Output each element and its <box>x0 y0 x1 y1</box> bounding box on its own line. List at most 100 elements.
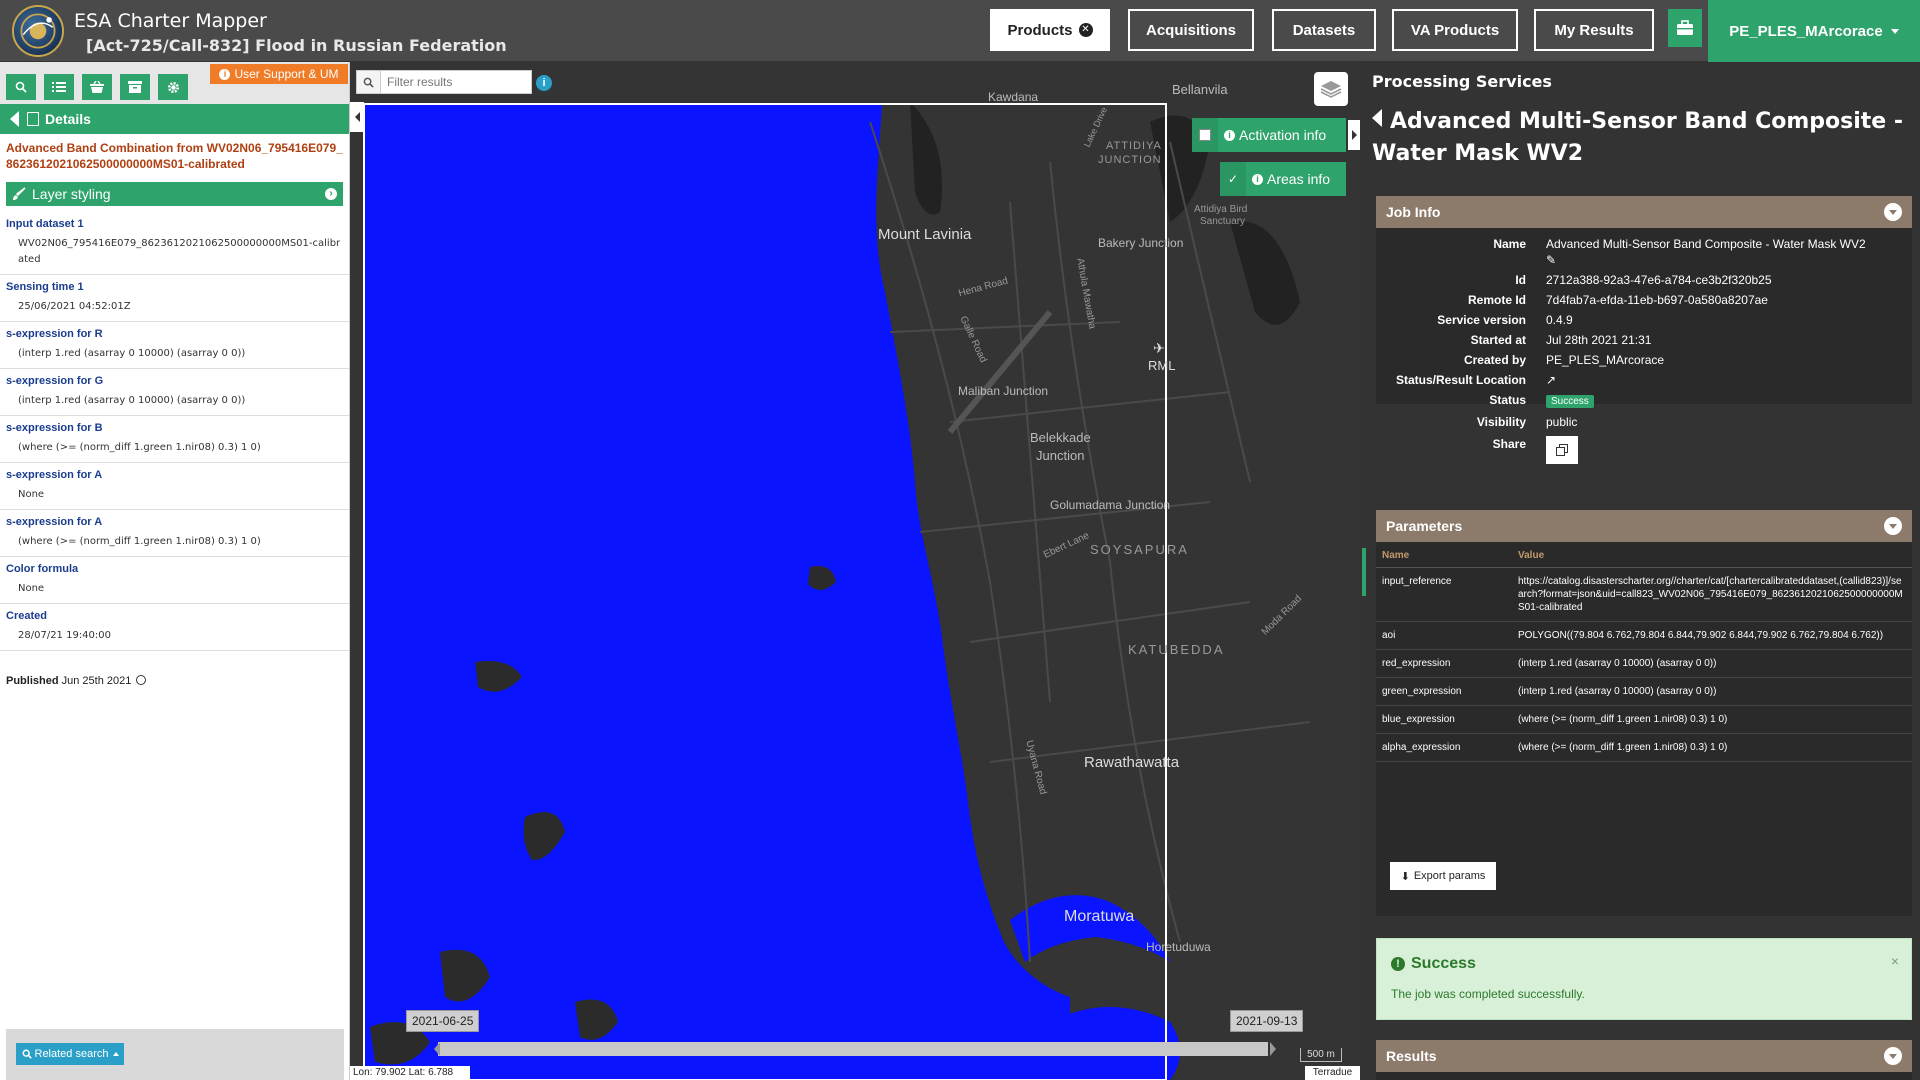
layer-styling-button[interactable]: Layer styling › <box>6 182 343 206</box>
close-icon[interactable]: × <box>1891 953 1899 969</box>
map-label: Golumadama Junction <box>1050 498 1171 512</box>
chevron-down-icon[interactable] <box>1884 1047 1902 1065</box>
status-badge: Success <box>1546 395 1594 408</box>
info-icon[interactable]: i <box>536 75 552 91</box>
external-link-icon[interactable]: ↗ <box>1546 373 1556 387</box>
nav-acquisitions-button[interactable]: Acquisitions <box>1128 9 1254 51</box>
timeline-slider[interactable] <box>438 1042 1268 1056</box>
map-label: ATTIDIYA <box>1106 140 1162 152</box>
scroll-indicator[interactable] <box>1362 548 1366 596</box>
job-info-key: Id <box>1515 273 1526 287</box>
param-name: red_expression <box>1376 649 1512 678</box>
property-key: Input dataset 1 <box>6 218 84 230</box>
related-search-button[interactable]: Related search <box>16 1043 124 1065</box>
param-name: input_reference <box>1376 567 1512 622</box>
property-key: Color formula <box>6 563 79 575</box>
collapse-right-panel-button[interactable] <box>1348 120 1360 150</box>
param-value: (interp 1.red (asarray 0 10000) (asarray… <box>1512 649 1912 678</box>
share-copy-button[interactable] <box>1546 436 1578 464</box>
left-footer: Related search <box>6 1029 344 1080</box>
user-menu-button[interactable]: PE_PLES_MArcorace <box>1708 0 1920 62</box>
job-info-value: Advanced Multi-Sensor Band Composite - W… <box>1546 237 1866 251</box>
property-value: None <box>18 489 45 500</box>
success-alert: ! Success The job was completed successfu… <box>1376 938 1912 1020</box>
parameters-header[interactable]: Parameters <box>1376 510 1912 542</box>
document-icon <box>27 112 39 126</box>
job-info-row: Created by PE_PLES_MArcorace <box>1376 352 1904 368</box>
results-header[interactable]: Results <box>1376 1040 1912 1072</box>
chevron-down-icon[interactable] <box>1884 203 1902 221</box>
back-arrow-icon[interactable] <box>10 111 19 127</box>
published-info: Published Jun 25th 2021 <box>0 651 349 687</box>
export-params-button[interactable]: ⬇ Export params <box>1390 862 1496 890</box>
scale-bar: 500 m <box>1300 1048 1342 1062</box>
job-info-row: Status/Result Location ↗ <box>1376 372 1904 388</box>
job-info-row: Id 2712a388-92a3-47e6-a784-ce3b2f320b25 <box>1376 272 1904 288</box>
nav-products-button[interactable]: Products ✕ <box>990 9 1110 51</box>
search-tool-button[interactable] <box>6 74 36 100</box>
related-search-label: Related search <box>34 1048 109 1060</box>
map-canvas[interactable]: Kawdana Bellanvila ATTIDIYA JUNCTION Mou… <box>350 62 1360 1080</box>
settings-tool-button[interactable] <box>158 74 188 100</box>
activation-info-checkbox[interactable] <box>1192 118 1218 152</box>
job-info-value: 0.4.9 <box>1546 313 1573 327</box>
areas-info-checkbox[interactable]: ✓ <box>1220 162 1246 196</box>
clock-icon <box>136 675 147 685</box>
job-info-value-cell: ↗ <box>1546 372 1904 388</box>
briefcase-icon <box>1677 20 1693 35</box>
chevron-down-icon <box>1890 28 1899 34</box>
chevron-left-icon <box>354 112 360 122</box>
job-info-row: Name Advanced Multi-Sensor Band Composite… <box>1376 236 1904 268</box>
collapse-left-panel-button[interactable] <box>350 102 364 132</box>
archive-tool-button[interactable] <box>120 74 150 100</box>
job-info-header[interactable]: Job Info <box>1376 196 1912 228</box>
nav-products-label: Products <box>1007 21 1073 39</box>
basket-tool-button[interactable] <box>82 74 112 100</box>
job-info-key: Status/Result Location <box>1395 373 1526 387</box>
timeline-end-handle[interactable] <box>1270 1042 1276 1056</box>
edit-pencil-icon[interactable]: ✎ <box>1546 252 1904 268</box>
col-name: Name <box>1376 542 1512 568</box>
table-row: blue_expression (where (>= (norm_diff 1.… <box>1376 705 1912 734</box>
nav-va-products-button[interactable]: VA Products <box>1392 9 1518 51</box>
chevron-right-icon <box>1351 130 1357 140</box>
job-info-value-cell: PE_PLES_MArcorace <box>1546 352 1904 368</box>
activation-info-toggle[interactable]: i Activation info <box>1192 118 1346 152</box>
property-value: (where (>= (norm_diff 1.green 1.nir08) 0… <box>18 442 261 453</box>
job-info-value-cell: 7d4fab7a-efda-11eb-b697-0a580a8207ae <box>1546 292 1904 308</box>
exclamation-icon: ! <box>1391 957 1405 971</box>
property-value: (interp 1.red (asarray 0 10000) (asarray… <box>18 348 246 359</box>
left-panel: i User Support & UM Details Advanced Ban… <box>0 62 350 1080</box>
timeline-start-handle[interactable] <box>434 1042 440 1056</box>
property-key: s-expression for B <box>6 422 103 434</box>
list-tool-button[interactable] <box>44 74 74 100</box>
published-date: Jun 25th 2021 <box>61 675 132 687</box>
areas-info-toggle[interactable]: ✓ i Areas info <box>1220 162 1346 196</box>
user-name: PE_PLES_MArcorace <box>1729 22 1883 40</box>
close-icon[interactable]: ✕ <box>1078 23 1093 37</box>
search-icon <box>15 81 27 93</box>
nav-datasets-button[interactable]: Datasets <box>1272 9 1376 51</box>
job-info-value: 2712a388-92a3-47e6-a784-ce3b2f320b25 <box>1546 273 1772 287</box>
product-properties: Input dataset 1 WV02N06_795416E079_86236… <box>0 212 349 651</box>
map-label: Horetuduwa <box>1146 940 1211 954</box>
table-row: green_expression (interp 1.red (asarray … <box>1376 677 1912 706</box>
layers-button[interactable] <box>1314 72 1348 106</box>
job-info-value: public <box>1546 415 1578 429</box>
activation-title: [Act-725/Call-832] Flood in Russian Fede… <box>86 36 507 55</box>
briefcase-button[interactable] <box>1668 9 1702 47</box>
charter-logo-icon <box>12 5 64 57</box>
job-info-row: Started at Jul 28th 2021 21:31 <box>1376 332 1904 348</box>
timeline-start-label: 2021-06-25 <box>406 1010 480 1032</box>
user-support-button[interactable]: i User Support & UM <box>210 64 348 84</box>
property-item: s-expression for G (interp 1.red (asarra… <box>0 369 349 416</box>
back-arrow-icon[interactable] <box>1372 109 1382 127</box>
nav-my-results-button[interactable]: My Results <box>1534 9 1654 51</box>
job-info-value-cell: Success <box>1546 392 1904 410</box>
param-value: (where (>= (norm_diff 1.green 1.nir08) 0… <box>1512 705 1912 734</box>
success-message: The job was completed successfully. <box>1391 987 1585 1001</box>
filter-results-input[interactable] <box>381 71 521 93</box>
details-header[interactable]: Details <box>0 104 349 134</box>
left-toolbar: i User Support & UM <box>0 62 349 104</box>
chevron-down-icon[interactable] <box>1884 517 1902 535</box>
